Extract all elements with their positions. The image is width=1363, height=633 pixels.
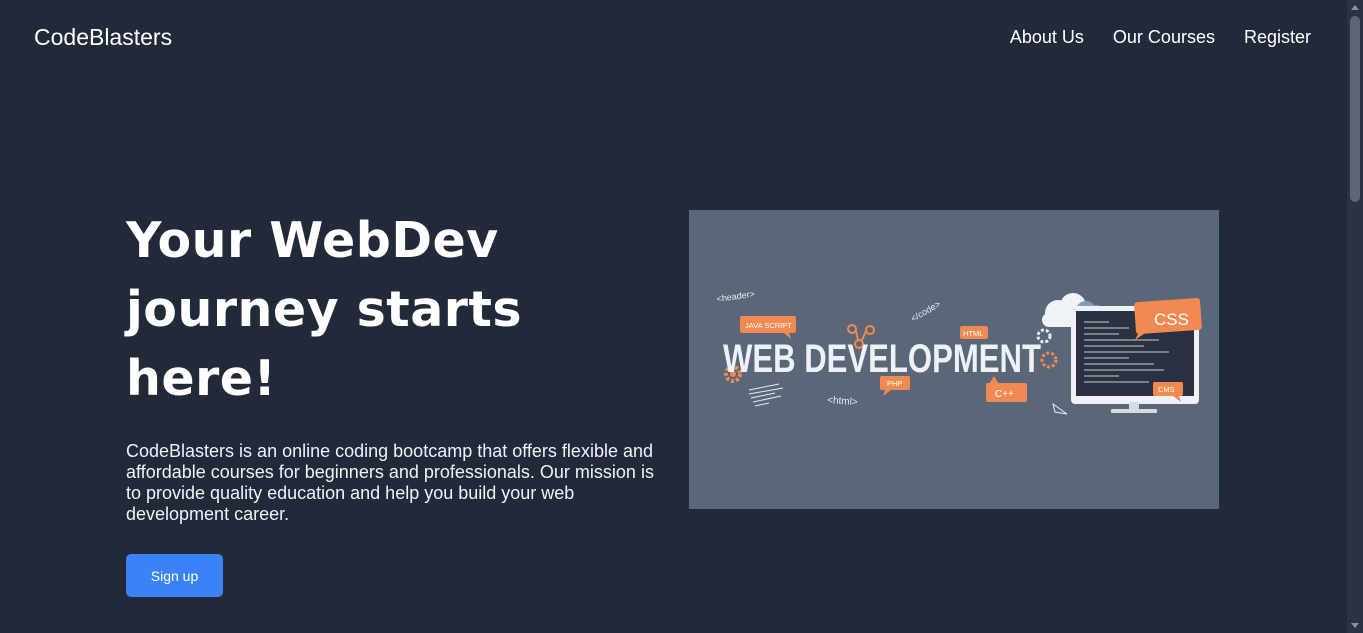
scroll-up-arrow-icon[interactable]	[1351, 5, 1359, 10]
banner-tag-html: <html>	[827, 395, 858, 408]
main-nav: About Us Our Courses Register	[1010, 27, 1311, 48]
banner-illustration: <header> </code> JAVA SCRIPT HTML WEB DE…	[716, 289, 1202, 415]
page-scrollbar[interactable]	[1347, 0, 1363, 633]
web-development-banner: <header> </code> JAVA SCRIPT HTML WEB DE…	[689, 210, 1219, 509]
banner-tag-header: <header>	[716, 289, 756, 304]
brand-logo[interactable]: CodeBlasters	[34, 24, 172, 51]
paper-plane-icon	[1052, 402, 1068, 415]
gear-icon	[1040, 351, 1058, 369]
scrollbar-thumb[interactable]	[1350, 16, 1360, 202]
nav-our-courses[interactable]: Our Courses	[1113, 27, 1215, 48]
signup-button[interactable]: Sign up	[126, 554, 223, 597]
banner-badge-php: PHP	[880, 376, 910, 396]
banner-tag-code: </code>	[909, 299, 942, 324]
banner-title: WEB DEVELOPMENT	[723, 337, 1041, 381]
nav-register[interactable]: Register	[1244, 27, 1311, 48]
hero-description: CodeBlasters is an online coding bootcam…	[126, 441, 654, 524]
banner-badge-javascript: JAVA SCRIPT	[740, 316, 796, 339]
site-header: CodeBlasters About Us Our Courses Regist…	[0, 0, 1347, 76]
nav-about-us[interactable]: About Us	[1010, 27, 1084, 48]
svg-text:CSS: CSS	[1154, 310, 1189, 329]
hero-title-line-2: journey starts here!	[126, 281, 523, 407]
hero-section: Your WebDev journey starts here! CodeBla…	[126, 206, 666, 597]
hero-title-line-1: Your WebDev	[126, 212, 499, 269]
svg-text:CMS: CMS	[1158, 385, 1175, 394]
svg-text:PHP: PHP	[887, 379, 902, 388]
code-lines-decoration	[748, 383, 784, 407]
hero-title: Your WebDev journey starts here!	[126, 206, 666, 413]
svg-text:JAVA SCRIPT: JAVA SCRIPT	[745, 321, 792, 330]
scroll-down-arrow-icon[interactable]	[1351, 623, 1359, 628]
svg-text:C++: C++	[995, 389, 1014, 400]
